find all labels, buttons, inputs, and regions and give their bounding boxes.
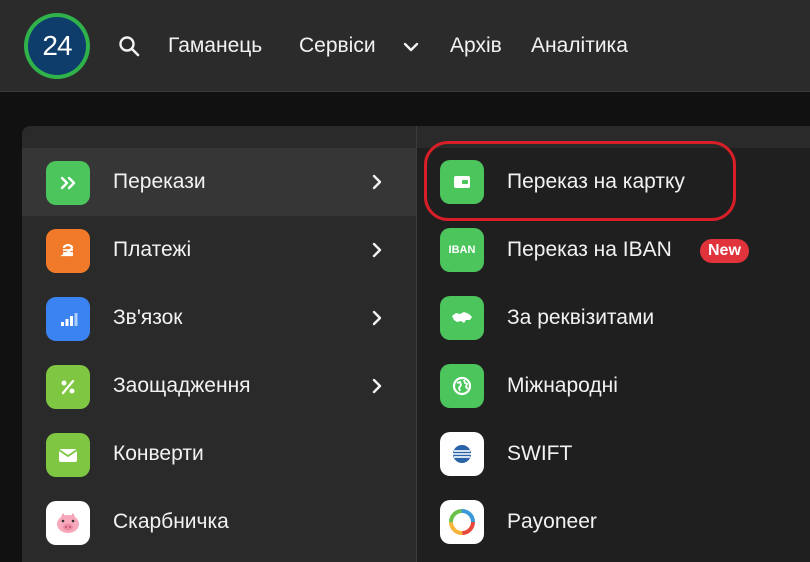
menu-item-piggy-bank[interactable]: Скарбничка [22, 488, 416, 556]
chevron-right-icon [372, 378, 382, 394]
menu-item-communication[interactable]: Зв'язок [22, 284, 416, 352]
submenu-item-requisites[interactable]: За реквізитами [417, 284, 810, 352]
submenu-item-international[interactable]: Міжнародні [417, 352, 810, 420]
ukraine-map-icon [440, 296, 484, 340]
menu-item-label: Платежі [113, 238, 192, 261]
highlight-annotation [424, 141, 736, 221]
nav-archive[interactable]: Архів [450, 32, 502, 60]
nav-wallet[interactable]: Гаманець [168, 32, 262, 60]
chevron-right-icon [372, 174, 382, 190]
hryvnia-icon [46, 229, 90, 273]
submenu-item-label: SWIFT [507, 442, 573, 465]
menu-item-label: Заощадження [113, 374, 251, 397]
swift-icon [440, 432, 484, 476]
chevron-down-icon[interactable] [400, 36, 422, 58]
menu-item-savings[interactable]: Заощадження [22, 352, 416, 420]
search-icon[interactable] [117, 34, 141, 58]
submenu-item-label: Міжнародні [507, 374, 618, 397]
menu-item-label: Перекази [113, 170, 206, 193]
submenu-item-payoneer[interactable]: Payoneer [417, 488, 810, 556]
logo-text: 24 [28, 17, 86, 75]
privat24-logo[interactable]: 24 [24, 13, 90, 79]
menu-item-envelopes[interactable]: Конверти [22, 420, 416, 488]
double-chevron-icon [46, 161, 90, 205]
submenu-item-iban-transfer[interactable]: IBAN Переказ на IBAN New [417, 216, 810, 284]
iban-icon: IBAN [440, 228, 484, 272]
payoneer-icon [440, 500, 484, 544]
new-badge: New [700, 239, 749, 263]
chevron-right-icon [372, 310, 382, 326]
menu-item-label: Конверти [113, 442, 204, 465]
nav-analytics[interactable]: Аналітика [531, 32, 628, 60]
piggy-bank-icon [46, 501, 90, 545]
menu-item-label: Скарбничка [113, 510, 229, 533]
submenu-item-label: За реквізитами [507, 306, 655, 329]
submenu-item-label: Payoneer [507, 510, 597, 533]
top-bar: 24 Гаманець Сервіси Архів Аналітика [0, 0, 810, 92]
envelope-icon [46, 433, 90, 477]
globe-icon [440, 364, 484, 408]
percent-icon [46, 365, 90, 409]
menu-item-transfers[interactable]: Перекази [22, 148, 416, 216]
submenu-item-swift[interactable]: SWIFT [417, 420, 810, 488]
menu-item-label: Зв'язок [113, 306, 183, 329]
signal-bars-icon [46, 297, 90, 341]
chevron-right-icon [372, 242, 382, 258]
submenu-item-label: Переказ на IBAN [507, 238, 672, 261]
nav-services[interactable]: Сервіси [299, 32, 376, 60]
menu-item-payments[interactable]: Платежі [22, 216, 416, 284]
